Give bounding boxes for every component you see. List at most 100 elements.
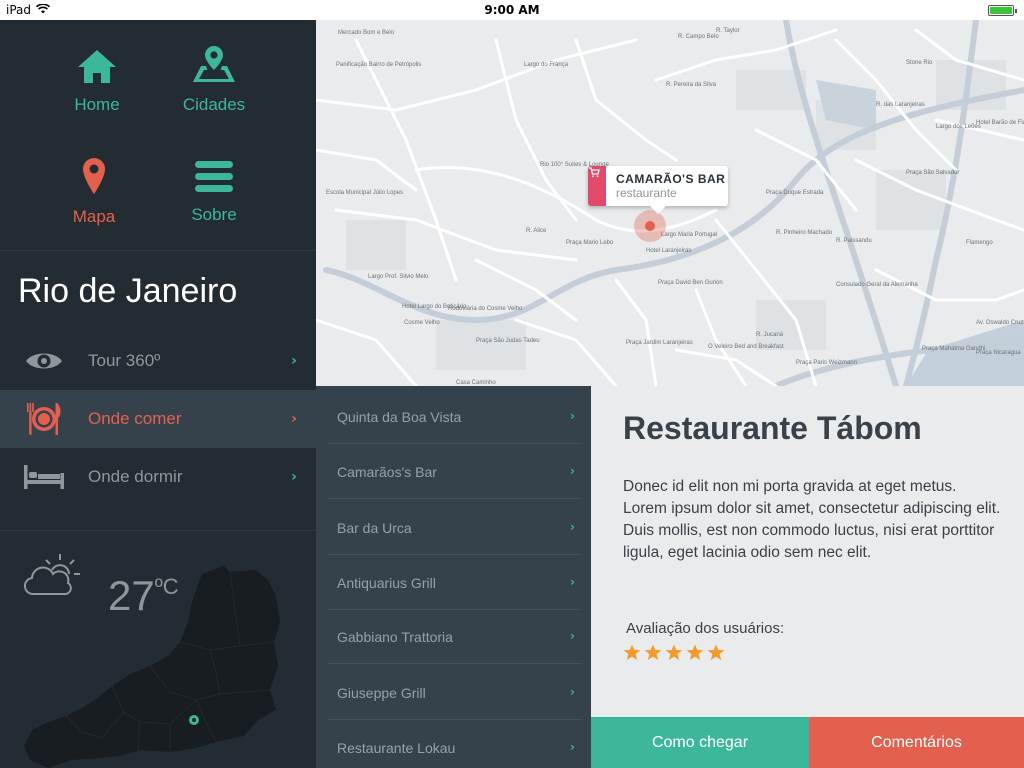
restaurant-detail: Restaurante Tábom Donec id elit non mi p… bbox=[591, 386, 1024, 768]
map-street-label: Av. Oswaldo Cruz bbox=[976, 320, 1024, 326]
map-street-label: R. Jucaná bbox=[756, 332, 784, 338]
star-icon bbox=[644, 644, 662, 665]
map-street-label: Cosme Velho bbox=[404, 320, 440, 326]
menu-item-label: Onde dormir bbox=[88, 467, 183, 486]
map-street-label: Consulado Geral da Alemanha bbox=[836, 282, 918, 288]
list-item[interactable]: Gabbiano Trattoria › bbox=[316, 609, 591, 664]
map-street-label: Largo dos Leões bbox=[936, 124, 981, 130]
chevron-right-icon: › bbox=[291, 411, 297, 427]
map-callout[interactable]: CAMARÃO'S BAR restaurante bbox=[588, 166, 728, 214]
map-street-label: Hotel Laranjeiras bbox=[646, 248, 692, 254]
map-icon bbox=[144, 44, 284, 89]
map-street-label: Stone Rio bbox=[906, 60, 933, 66]
restaurant-description: Donec id elit non mi porta gravida at eg… bbox=[623, 478, 1001, 561]
restaurant-list: Quinta da Boa Vista › Camarãos's Bar › B… bbox=[316, 386, 591, 768]
menu-item-onde-dormir[interactable]: Onde dormir › bbox=[0, 448, 316, 506]
battery-icon bbox=[988, 5, 1017, 16]
chevron-right-icon: › bbox=[291, 353, 297, 369]
map-street-label: R. das Laranjeiras bbox=[876, 102, 925, 108]
map-street-label: Largo Prof. Silvio Melo bbox=[368, 274, 429, 280]
map-street-label: Flamengo bbox=[966, 240, 993, 246]
map-street-label: Largo do França bbox=[524, 62, 569, 68]
callout-title: CAMARÃO'S BAR bbox=[616, 172, 726, 186]
nav-mapa-button[interactable]: Mapa bbox=[24, 156, 164, 227]
map-street-label: Praça São Salvador bbox=[906, 170, 960, 176]
map-street-label: Praça Jardim Laranjeiras bbox=[626, 340, 693, 346]
nav-cidades-button[interactable]: Cidades bbox=[144, 44, 284, 115]
map-street-label: R. Campo Belo bbox=[678, 34, 719, 40]
map-street-label: R. Paissandu bbox=[836, 238, 872, 244]
star-icon bbox=[686, 644, 704, 665]
nav-home-label: Home bbox=[74, 95, 120, 114]
list-item-label: Camarãos's Bar bbox=[337, 464, 437, 480]
map-street-label: Praça Paris Weizmann bbox=[796, 360, 857, 366]
map-street-label: Praça Mario Lebo bbox=[566, 240, 614, 246]
list-separator bbox=[328, 663, 581, 664]
main-nav: Home Cidades Mapa Sobre bbox=[0, 20, 316, 250]
list-item-label: Bar da Urca bbox=[337, 520, 412, 536]
list-item[interactable]: Bar da Urca › bbox=[316, 500, 591, 555]
nav-cidades-label: Cidades bbox=[182, 95, 246, 114]
nav-mapa-label: Mapa bbox=[72, 207, 116, 226]
chevron-right-icon: › bbox=[570, 685, 575, 699]
comments-button[interactable]: Comentários bbox=[809, 717, 1024, 768]
rating-stars bbox=[623, 644, 725, 665]
nav-sobre-button[interactable]: Sobre bbox=[144, 160, 284, 225]
map-street-label: Hotel Barão de Flamengo bbox=[976, 120, 1024, 126]
weather-widget: 27ºC bbox=[0, 532, 316, 768]
list-item-label: Restaurante Lokau bbox=[337, 740, 456, 756]
list-item-label: Antiquarius Grill bbox=[337, 575, 436, 591]
menu-divider bbox=[0, 530, 316, 531]
map-view[interactable]: Largo do França R. Campo Belo R. Taylor Mer… bbox=[316, 20, 1024, 386]
map-street-label: Largo Maria Portugal bbox=[661, 232, 718, 238]
rating-label: Avaliação dos usuários: bbox=[626, 620, 785, 637]
list-item[interactable]: Antiquarius Grill › bbox=[316, 555, 591, 610]
status-time: 9:00 AM bbox=[484, 3, 540, 17]
menu-item-tour-360[interactable]: Tour 360º › bbox=[0, 332, 316, 390]
callout-subtitle: restaurante bbox=[616, 186, 677, 200]
status-bar: iPad 9:00 AM bbox=[0, 0, 1024, 20]
menu-icon bbox=[144, 160, 284, 199]
chevron-right-icon: › bbox=[570, 575, 575, 589]
menu-item-label: Tour 360º bbox=[88, 351, 161, 370]
nav-divider bbox=[0, 250, 316, 251]
chevron-right-icon: › bbox=[570, 409, 575, 423]
star-icon bbox=[665, 644, 683, 665]
chevron-right-icon: › bbox=[570, 740, 575, 754]
map-street-label: Praça Nicaragua bbox=[976, 350, 1021, 356]
map-street-label: Escola Municipal Júlio Lopes bbox=[326, 190, 404, 196]
list-item-label: Gabbiano Trattoria bbox=[337, 629, 453, 645]
list-item[interactable]: Quinta da Boa Vista › bbox=[316, 389, 591, 444]
eye-icon bbox=[0, 349, 88, 373]
list-item[interactable]: Restaurante Lokau › bbox=[316, 720, 591, 768]
map-street-label: O Veleiro Bed and Breakfast bbox=[708, 344, 784, 350]
map-street-label: R. Alice bbox=[526, 228, 547, 234]
chevron-right-icon: › bbox=[570, 464, 575, 478]
directions-button[interactable]: Como chegar bbox=[591, 717, 809, 768]
list-item-label: Quinta da Boa Vista bbox=[337, 409, 462, 425]
sidebar: Home Cidades Mapa Sobre Rio de Janeiro T… bbox=[0, 20, 316, 768]
map-marker[interactable] bbox=[645, 221, 655, 231]
map-street-label: Praça David Ben Gurion bbox=[658, 280, 723, 286]
star-icon bbox=[707, 644, 725, 665]
nav-sobre-label: Sobre bbox=[191, 205, 237, 224]
map-street-label: Panificação Bairro de Petrópolis bbox=[336, 62, 422, 68]
list-item[interactable]: Giuseppe Grill › bbox=[316, 665, 591, 720]
menu-item-onde-comer[interactable]: Onde comer › bbox=[0, 390, 316, 448]
chevron-right-icon: › bbox=[570, 629, 575, 643]
map-street-label: Mercado Bom e Belo bbox=[338, 30, 395, 36]
restaurant-title: Restaurante Tábom bbox=[623, 410, 922, 446]
map-street-label: R. Pinheiro Machado bbox=[776, 230, 833, 236]
chevron-right-icon: › bbox=[291, 469, 297, 485]
map-street-label: R. Pereira da Silva bbox=[666, 82, 717, 88]
star-icon bbox=[623, 644, 641, 665]
map-pin-icon bbox=[24, 156, 164, 201]
bed-icon bbox=[0, 463, 88, 491]
shopping-cart-icon bbox=[588, 166, 606, 206]
map-street-label: Praça Duque Estrada bbox=[766, 190, 824, 196]
map-street-label: Hotel Largo do Boticário bbox=[402, 304, 467, 310]
list-item-label: Giuseppe Grill bbox=[337, 685, 426, 701]
list-separator bbox=[328, 498, 581, 499]
list-item[interactable]: Camarãos's Bar › bbox=[316, 444, 591, 499]
city-title: Rio de Janeiro bbox=[18, 272, 238, 310]
